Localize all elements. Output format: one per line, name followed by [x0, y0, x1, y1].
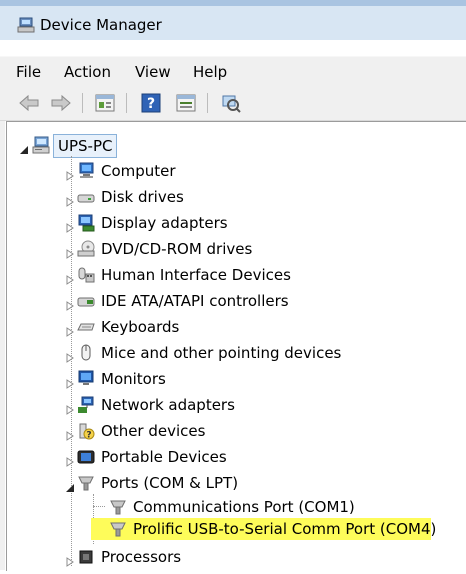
expand-caret-icon[interactable] — [65, 552, 75, 567]
tree-item-computer[interactable]: Computer — [65, 160, 180, 182]
tree-item-ports[interactable]: Ports (COM & LPT) — [65, 472, 242, 494]
tree-item-label: Disk drives — [101, 188, 184, 206]
expand-caret-icon[interactable] — [65, 218, 75, 233]
tree-item-portable-devices[interactable]: Portable Devices — [65, 446, 231, 468]
toolbar-separator — [126, 93, 127, 113]
menu-help[interactable]: Help — [191, 63, 229, 81]
toolbar: ? — [0, 86, 466, 121]
tree-item-label: Communications Port (COM1) — [133, 498, 355, 516]
tree-item-network-adapters[interactable]: Network adapters — [65, 394, 239, 416]
menu-file[interactable]: File — [14, 63, 43, 81]
monitor-icon — [77, 370, 95, 388]
tree-item-human-interface-devices[interactable]: Human Interface Devices — [65, 264, 295, 286]
menu-view[interactable]: View — [133, 63, 173, 81]
tree-item-label: Computer — [101, 162, 176, 180]
tree-item-disk-drives[interactable]: Disk drives — [65, 186, 188, 208]
expand-caret-icon[interactable] — [65, 374, 75, 389]
display-adapter-icon — [77, 214, 95, 232]
toolbar-separator — [207, 93, 208, 113]
expand-caret-icon[interactable] — [65, 192, 75, 207]
device-manager-icon — [17, 17, 35, 33]
svg-text:?: ? — [86, 431, 91, 441]
menu-bar: File Action View Help — [0, 56, 466, 87]
left-border — [0, 121, 5, 570]
mouse-icon — [77, 344, 95, 362]
tree-item-monitors[interactable]: Monitors — [65, 368, 170, 390]
view-icon[interactable] — [175, 93, 197, 113]
tree-item-label: Mice and other pointing devices — [101, 344, 342, 362]
tree-item-label: Human Interface Devices — [101, 266, 291, 284]
tree-item-prolific-usb-serial-port[interactable]: Prolific USB-to-Serial Comm Port (COM4) — [91, 518, 436, 540]
expand-caret-icon[interactable] — [65, 244, 75, 259]
device-manager-window: Device Manager File Action View Help ? U… — [0, 0, 466, 571]
expand-caret-icon[interactable] — [65, 270, 75, 285]
port-icon — [109, 520, 127, 538]
expand-caret-icon[interactable] — [65, 426, 75, 441]
tree-item-label: Prolific USB-to-Serial Comm Port (COM4) — [133, 520, 437, 538]
port-icon — [77, 474, 95, 492]
tree-item-display-adapters[interactable]: Display adapters — [65, 212, 232, 234]
expand-caret-icon[interactable] — [65, 452, 75, 467]
tree-item-label: Other devices — [101, 422, 206, 440]
scan-hardware-icon[interactable] — [220, 93, 242, 113]
tree-item-ide-ata-atapi-controllers[interactable]: IDE ATA/ATAPI controllers — [65, 290, 293, 312]
tree-item-other-devices[interactable]: ? Other devices — [65, 420, 209, 442]
hid-icon — [77, 266, 95, 284]
back-arrow-icon[interactable] — [18, 93, 40, 113]
expand-caret-icon[interactable] — [65, 296, 75, 311]
tree-item-mice[interactable]: Mice and other pointing devices — [65, 342, 345, 364]
tree-item-communications-port[interactable]: Communications Port (COM1) — [107, 496, 359, 518]
processor-icon — [77, 548, 95, 566]
help-icon[interactable]: ? — [140, 93, 162, 113]
other-devices-icon: ? — [77, 422, 95, 441]
tree-item-label: Display adapters — [101, 214, 228, 232]
portable-device-icon — [77, 448, 95, 466]
properties-icon[interactable] — [94, 93, 116, 113]
collapse-caret-icon[interactable] — [19, 140, 29, 154]
window-title: Device Manager — [40, 16, 162, 34]
collapse-caret-icon[interactable] — [65, 478, 75, 492]
expand-caret-icon[interactable] — [65, 348, 75, 363]
tree-item-processors[interactable]: Processors — [65, 546, 185, 568]
svg-text:?: ? — [147, 96, 155, 112]
network-adapter-icon — [77, 396, 95, 414]
computer-icon — [32, 136, 50, 154]
disk-drive-icon — [77, 188, 95, 206]
port-icon — [109, 498, 127, 516]
computer-icon — [77, 162, 95, 180]
title-bar[interactable]: Device Manager — [0, 0, 466, 40]
tree-root-row[interactable]: UPS-PC — [19, 134, 118, 158]
dvd-drive-icon — [77, 240, 95, 258]
ide-controller-icon — [77, 292, 95, 310]
device-tree: UPS-PC Computer Disk drives Display adap… — [6, 121, 466, 571]
tree-item-label: DVD/CD-ROM drives — [101, 240, 253, 258]
tree-item-label: Network adapters — [101, 396, 235, 414]
tree-item-label: Processors — [101, 548, 182, 566]
expand-caret-icon[interactable] — [65, 400, 75, 415]
tree-item-label: Portable Devices — [101, 448, 227, 466]
expand-caret-icon[interactable] — [65, 166, 75, 181]
tree-root-label: UPS-PC — [53, 134, 118, 158]
toolbar-separator — [82, 93, 83, 113]
tree-item-label: Monitors — [101, 370, 166, 388]
forward-arrow-icon[interactable] — [50, 93, 72, 113]
tree-item-label: Keyboards — [101, 318, 180, 336]
menu-action[interactable]: Action — [62, 63, 113, 81]
keyboard-icon — [77, 318, 95, 336]
tree-item-label: Ports (COM & LPT) — [101, 474, 239, 492]
tree-item-label: IDE ATA/ATAPI controllers — [101, 292, 289, 310]
tree-item-keyboards[interactable]: Keyboards — [65, 316, 183, 338]
expand-caret-icon[interactable] — [65, 322, 75, 337]
tree-item-dvd-cd-rom-drives[interactable]: DVD/CD-ROM drives — [65, 238, 256, 260]
tree-connector — [93, 506, 105, 507]
